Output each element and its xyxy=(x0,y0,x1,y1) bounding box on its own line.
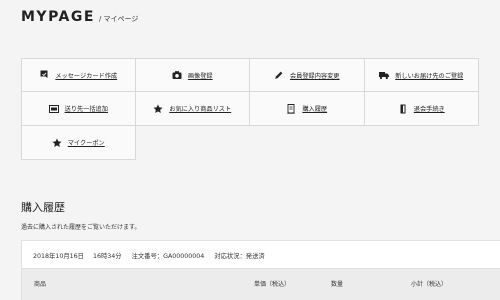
column-product: 商品 xyxy=(34,281,47,288)
menu-purchase-history[interactable]: 購入履歴 xyxy=(250,92,365,126)
order-number: 注文番号：GA00000004 xyxy=(131,253,205,260)
message-card-icon xyxy=(39,70,49,80)
menu-label: メッセージカード作成 xyxy=(55,72,118,80)
menu-new-address[interactable]: 新しいお届け先のご登録 xyxy=(364,58,479,92)
menu-member-edit[interactable]: 会員登録内容変更 xyxy=(250,58,365,92)
page-header: MYPAGE / マイページ xyxy=(21,9,138,25)
menu-favorites[interactable]: お気に入り商品リスト xyxy=(135,92,250,126)
pencil-icon xyxy=(274,70,284,80)
order-status: 対応状況：発送済 xyxy=(214,253,265,260)
column-quantity: 数量 xyxy=(331,281,344,288)
page-title: MYPAGE xyxy=(21,9,95,25)
menu-label: 新しいお届け先のご登録 xyxy=(395,72,464,80)
column-unit-price: 単価（税込） xyxy=(254,281,291,288)
star-icon xyxy=(153,104,163,114)
order-date: 2018年10月16日 xyxy=(33,253,84,260)
menu-label: マイクーポン xyxy=(67,140,105,147)
menu-my-coupon[interactable]: マイクーポン xyxy=(21,126,136,160)
page-subtitle: / マイページ xyxy=(98,15,139,23)
order-table-header: 商品 単価（税込） 数量 小計（税込） xyxy=(22,268,500,300)
menu-message-card[interactable]: メッセージカード作成 xyxy=(21,58,136,92)
address-batch-icon xyxy=(48,104,59,114)
menu-label: 会員登録内容変更 xyxy=(290,72,340,80)
menu-label: 送り先一括追加 xyxy=(64,106,108,113)
order-card: 2018年10月16日 16時34分 注文番号：GA00000004 対応状況：… xyxy=(21,240,500,300)
camera-icon xyxy=(172,70,182,80)
door-icon xyxy=(398,104,408,114)
purchase-history-title: 購入履歴 xyxy=(21,201,65,214)
receipt-icon xyxy=(286,103,296,114)
menu-label: 購入履歴 xyxy=(302,106,328,113)
order-time: 16時34分 xyxy=(92,253,122,260)
menu-image-register[interactable]: 画像登録 xyxy=(135,58,250,92)
menu-label: お気に入り商品リスト xyxy=(169,106,232,113)
menu-label: 画像登録 xyxy=(187,72,213,80)
star-icon xyxy=(52,138,62,148)
purchase-history-description: 過去に購入された履歴をご覧いただけます。 xyxy=(21,224,141,231)
menu-label: 退会手続き xyxy=(413,106,445,113)
column-subtotal: 小計（税込） xyxy=(411,281,448,288)
menu-bulk-address[interactable]: 送り先一括追加 xyxy=(21,92,136,126)
menu-withdraw[interactable]: 退会手続き xyxy=(364,92,479,126)
mypage-menu: メッセージカード作成 画像登録 会員登録内容変更 新しいお届け先のご登録 送り先… xyxy=(21,58,479,160)
truck-icon xyxy=(379,70,390,80)
order-meta: 2018年10月16日 16時34分 注文番号：GA00000004 対応状況：… xyxy=(33,251,275,260)
